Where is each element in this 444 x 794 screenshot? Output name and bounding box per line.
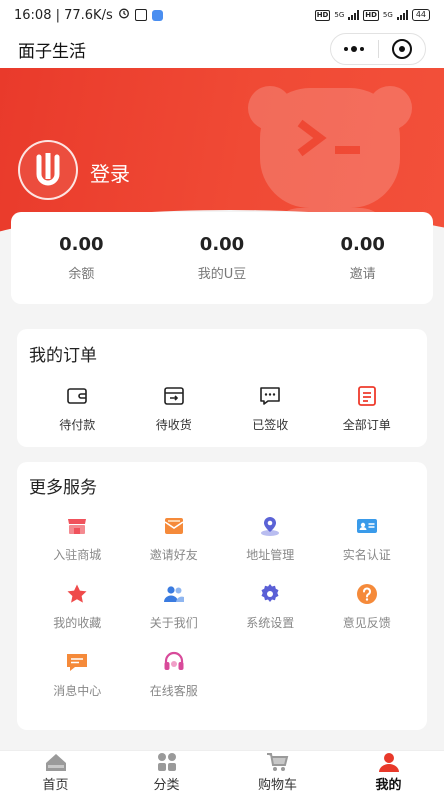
status-bar: 16:08 | 77.6K/s HD 5G HD 5G 44 [0, 0, 444, 30]
envelope-icon [164, 518, 184, 534]
balance-label: 余额 [68, 267, 95, 282]
service-join-mall[interactable]: 入驻商城 [29, 514, 126, 582]
balance-card: 0.00 余额 0.00 我的U豆 0.00 邀请 [11, 212, 433, 304]
id-card-icon [356, 519, 377, 533]
service-label: 地址管理 [246, 548, 295, 562]
message-dots-icon [260, 387, 281, 405]
service-address-management[interactable]: 地址管理 [222, 514, 319, 582]
tab-label: 购物车 [257, 778, 297, 793]
profile-icon [378, 753, 399, 772]
tab-label: 我的 [375, 778, 402, 793]
bottom-tab-bar: 首页 分类 购物车 我的 [0, 750, 444, 794]
alarm-icon [118, 7, 130, 23]
order-signed[interactable]: 已签收 [222, 384, 319, 433]
title-bar: 面子生活 [0, 30, 444, 68]
nfc-icon [134, 9, 147, 21]
u-beans-value: 0.00 [199, 234, 245, 255]
tab-cart[interactable]: 购物车 [222, 751, 333, 794]
mini-program-capsule [330, 33, 426, 65]
document-list-icon [357, 386, 376, 406]
service-label: 我的收藏 [53, 616, 102, 630]
chat-bubble-icon [67, 654, 88, 671]
service-my-favorites[interactable]: 我的收藏 [29, 582, 126, 650]
store-icon [68, 519, 87, 534]
order-label: 全部订单 [342, 418, 391, 432]
more-options-button[interactable] [331, 34, 378, 64]
order-label: 待付款 [59, 418, 96, 432]
tab-label: 分类 [153, 778, 180, 793]
service-label: 邀请好友 [149, 548, 198, 562]
page-title: 面子生活 [18, 41, 86, 62]
brand-logo-icon [36, 153, 60, 186]
question-icon [356, 584, 377, 604]
service-invite-friends[interactable]: 邀请好友 [126, 514, 223, 582]
close-mini-program-button[interactable] [379, 34, 426, 64]
tab-mine[interactable]: 我的 [333, 751, 444, 794]
u-beans-label: 我的U豆 [197, 267, 247, 282]
balance-item-wallet[interactable]: 0.00 余额 [11, 234, 152, 282]
service-message-center[interactable]: 消息中心 [29, 650, 126, 718]
cart-icon [266, 753, 288, 771]
service-system-settings[interactable]: 系统设置 [222, 582, 319, 650]
my-orders-card: 我的订单 待付款 待收货 已签收 全部订单 [17, 329, 427, 447]
services-grid: 入驻商城 邀请好友 地址管理 实名认证 我的收藏 关于我们 系统设置 意见反馈 … [29, 514, 415, 718]
order-label: 待收货 [155, 418, 192, 432]
services-row: 入驻商城 邀请好友 地址管理 实名认证 [29, 514, 415, 582]
tab-label: 首页 [42, 778, 69, 793]
invite-value: 0.00 [340, 234, 385, 255]
delivery-box-icon [163, 387, 184, 405]
status-time-speed: 16:08 | 77.6K/s [14, 7, 113, 23]
category-grid-icon [157, 753, 176, 771]
service-real-name-auth[interactable]: 实名认证 [319, 514, 416, 582]
services-row: 消息中心 在线客服 [29, 650, 415, 718]
network-5g-label: 5G [334, 11, 345, 19]
location-pin-icon [261, 517, 280, 536]
order-status-row: 待付款 待收货 已签收 全部订单 [29, 384, 415, 433]
invite-label: 邀请 [349, 267, 376, 282]
services-title: 更多服务 [29, 478, 97, 498]
signal-icon-2 [396, 10, 408, 20]
target-icon [391, 39, 412, 59]
balance-item-u-beans[interactable]: 0.00 我的U豆 [152, 234, 293, 282]
order-pending-payment[interactable]: 待付款 [29, 384, 126, 433]
service-label: 消息中心 [53, 684, 102, 698]
balance-value: 0.00 [59, 234, 104, 255]
login-link[interactable]: 登录 [90, 158, 130, 187]
order-all[interactable]: 全部订单 [319, 384, 416, 433]
service-label: 在线客服 [149, 684, 198, 698]
wallet-icon [67, 388, 88, 404]
service-label: 意见反馈 [342, 616, 391, 630]
users-icon [163, 586, 184, 602]
network-5g-label-2: 5G [382, 11, 393, 19]
tab-home[interactable]: 首页 [0, 751, 111, 794]
hd-badge-2: HD [363, 9, 379, 21]
tab-category[interactable]: 分类 [111, 751, 222, 794]
service-label: 关于我们 [149, 616, 198, 630]
signal-icon [348, 10, 360, 20]
balance-item-invite[interactable]: 0.00 邀请 [292, 234, 433, 282]
hd-badge: HD [314, 9, 331, 21]
service-label: 实名认证 [342, 548, 391, 562]
user-avatar[interactable] [18, 140, 78, 200]
app-notification-icon [151, 9, 163, 21]
more-dots-icon [344, 46, 365, 52]
service-online-support[interactable]: 在线客服 [126, 650, 223, 718]
battery-icon: 44 [411, 9, 430, 21]
home-icon [45, 754, 66, 771]
headset-icon [164, 651, 184, 670]
order-pending-delivery[interactable]: 待收货 [126, 384, 223, 433]
service-about-us[interactable]: 关于我们 [126, 582, 223, 650]
more-services-card: 更多服务 入驻商城 邀请好友 地址管理 实名认证 我的收藏 关于我们 系统设置 … [17, 462, 427, 730]
orders-title: 我的订单 [29, 346, 97, 366]
service-label: 系统设置 [246, 616, 295, 630]
order-label: 已签收 [252, 418, 289, 432]
service-label: 入驻商城 [53, 548, 102, 562]
services-row: 我的收藏 关于我们 系统设置 意见反馈 [29, 582, 415, 650]
star-icon [67, 584, 87, 603]
service-feedback[interactable]: 意见反馈 [319, 582, 416, 650]
gear-icon [261, 584, 279, 602]
